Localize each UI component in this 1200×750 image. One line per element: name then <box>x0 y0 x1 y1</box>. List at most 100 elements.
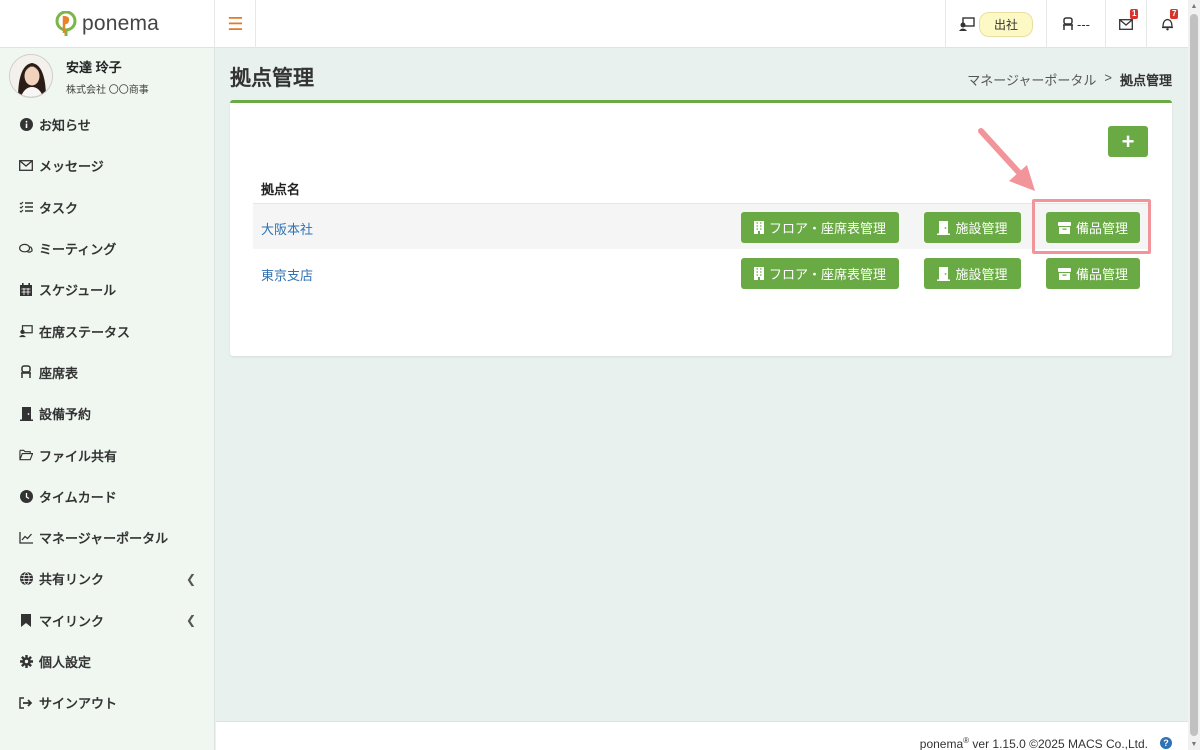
seat-label: --- <box>1077 16 1090 32</box>
location-name-link[interactable]: 大阪本社 <box>261 219 313 238</box>
sidebar-item-presence[interactable]: 在席ステータス <box>0 310 214 351</box>
door-icon <box>937 266 951 281</box>
user-company: 株式会社 〇〇商事 <box>66 84 149 96</box>
bookmark-icon <box>19 613 33 627</box>
sidebar-item-equipment-booking[interactable]: 設備予約 <box>0 393 214 434</box>
sidebar: 安達 玲子 株式会社 〇〇商事 お知らせ メッセージ タスク ミーティング スケ… <box>0 48 215 750</box>
column-header-location-name: 拠点名 <box>261 182 301 197</box>
chat-icon <box>19 242 33 256</box>
sidebar-item-label: 共有リンク <box>39 572 105 588</box>
scrollbar[interactable]: ▲ ▼ <box>1188 0 1200 750</box>
signout-icon <box>19 696 33 710</box>
mail-button[interactable]: 1 <box>1105 0 1146 48</box>
sidebar-nav: お知らせ メッセージ タスク ミーティング スケジュール 在席ステータス 座席表 <box>0 104 214 723</box>
bell-count-badge: 7 <box>1170 9 1179 19</box>
help-icon[interactable]: ? <box>1160 737 1172 749</box>
box-icon <box>1057 267 1071 280</box>
clock-icon <box>19 489 33 503</box>
table-row: 東京支店 フロア・座席表管理 施設管理 備品管理 <box>253 250 1150 296</box>
scrollbar-thumb[interactable] <box>1190 14 1198 736</box>
sidebar-item-label: ファイル共有 <box>39 448 118 464</box>
hamburger-icon: ☰ <box>227 13 244 34</box>
sidebar-item-file-share[interactable]: ファイル共有 <box>0 434 214 475</box>
sidebar-item-tasks[interactable]: タスク <box>0 187 214 228</box>
facility-label: 施設管理 <box>955 221 1008 236</box>
add-location-button[interactable]: + <box>1108 126 1148 157</box>
chevron-left-icon: ❮ <box>185 571 196 586</box>
footer: ponema® ver 1.15.0 ©2025 MACS Co.,Ltd. ? <box>216 721 1188 750</box>
sidebar-item-messages[interactable]: メッセージ <box>0 145 214 186</box>
sidebar-item-personal-settings[interactable]: 個人設定 <box>0 641 214 682</box>
sidebar-item-label: ミーティング <box>39 242 117 258</box>
sidebar-item-label: マネージャーポータル <box>39 531 169 547</box>
calendar-icon <box>19 283 33 297</box>
sidebar-item-label: 座席表 <box>39 365 79 381</box>
sidebar-item-meeting[interactable]: ミーティング <box>0 228 214 269</box>
sidebar-item-sign-out[interactable]: サインアウト <box>0 682 214 723</box>
folder-icon <box>19 448 33 462</box>
sidebar-item-label: 在席ステータス <box>39 324 131 340</box>
sidebar-item-news[interactable]: お知らせ <box>0 104 214 145</box>
facility-management-button[interactable]: 施設管理 <box>924 212 1021 243</box>
sidebar-item-my-links[interactable]: マイリンク ❮ <box>0 600 214 641</box>
presence-icon <box>19 324 33 338</box>
floor-seating-management-button[interactable]: フロア・座席表管理 <box>741 212 899 243</box>
logo-text: ponema <box>81 12 160 35</box>
footer-brand: ponema <box>919 737 964 750</box>
breadcrumb-separator: > <box>1104 70 1112 85</box>
door-icon <box>19 406 33 421</box>
scroll-down-arrow-icon[interactable]: ▼ <box>1188 738 1200 750</box>
facility-label: 施設管理 <box>955 267 1008 282</box>
sidebar-item-manager-portal[interactable]: マネージャーポータル <box>0 517 214 558</box>
sidebar-item-schedule[interactable]: スケジュール <box>0 269 214 310</box>
sidebar-item-label: タスク <box>39 200 79 216</box>
sidebar-item-label: 設備予約 <box>39 407 92 423</box>
bell-icon <box>1162 18 1173 31</box>
checklist-icon <box>19 200 33 214</box>
notification-button[interactable]: 7 <box>1146 0 1188 48</box>
floor-seating-label: フロア・座席表管理 <box>768 267 886 282</box>
footer-version: ver 1.15.0 ©2025 MACS Co.,Ltd. <box>969 737 1148 750</box>
table-row: 大阪本社 フロア・座席表管理 施設管理 備品管理 <box>253 203 1150 249</box>
menu-toggle-button[interactable]: ☰ <box>216 0 256 48</box>
door-icon <box>937 220 951 235</box>
sidebar-item-shared-links[interactable]: 共有リンク ❮ <box>0 558 214 599</box>
chair-icon <box>1063 17 1073 30</box>
floor-seating-management-button[interactable]: フロア・座席表管理 <box>741 258 899 289</box>
floor-seating-label: フロア・座席表管理 <box>768 221 886 236</box>
location-name-link[interactable]: 東京支店 <box>261 265 313 284</box>
chart-icon <box>19 531 33 545</box>
annotation-arrow-icon <box>978 128 1035 191</box>
seat-button[interactable]: --- <box>1046 0 1105 48</box>
user-name: 安達 玲子 <box>66 59 122 75</box>
presence-icon <box>958 17 975 31</box>
facility-management-button[interactable]: 施設管理 <box>924 258 1021 289</box>
envelope-icon <box>19 159 33 173</box>
scroll-up-arrow-icon[interactable]: ▲ <box>1188 0 1200 12</box>
chair-icon <box>19 365 33 379</box>
breadcrumb: マネージャーポータル > 拠点管理 <box>967 70 1172 89</box>
equipment-label: 備品管理 <box>1075 267 1128 282</box>
sidebar-item-label: お知らせ <box>39 118 91 134</box>
annotation-highlight-box <box>1032 199 1151 254</box>
sidebar-item-label: マイリンク <box>39 613 105 629</box>
breadcrumb-current: 拠点管理 <box>1119 73 1172 88</box>
sidebar-item-seating-chart[interactable]: 座席表 <box>0 352 214 393</box>
sidebar-item-label: 個人設定 <box>39 655 92 670</box>
ponema-logo-icon <box>55 11 77 36</box>
building-icon <box>753 267 764 280</box>
page-title: 拠点管理 <box>230 67 314 90</box>
chevron-left-icon: ❮ <box>185 613 196 628</box>
globe-icon <box>19 572 33 586</box>
avatar <box>9 54 53 98</box>
gear-icon <box>19 655 33 669</box>
info-icon <box>19 118 33 132</box>
sidebar-item-label: サインアウト <box>39 696 118 712</box>
sidebar-item-label: スケジュール <box>39 283 117 299</box>
equipment-management-button[interactable]: 備品管理 <box>1046 258 1140 289</box>
user-profile[interactable]: 安達 玲子 株式会社 〇〇商事 <box>0 48 214 104</box>
sidebar-item-timecard[interactable]: タイムカード <box>0 476 214 517</box>
breadcrumb-parent-link[interactable]: マネージャーポータル <box>967 70 1096 89</box>
presence-status-button[interactable]: 出社 <box>945 0 1046 48</box>
app-logo[interactable]: ponema <box>0 0 215 48</box>
